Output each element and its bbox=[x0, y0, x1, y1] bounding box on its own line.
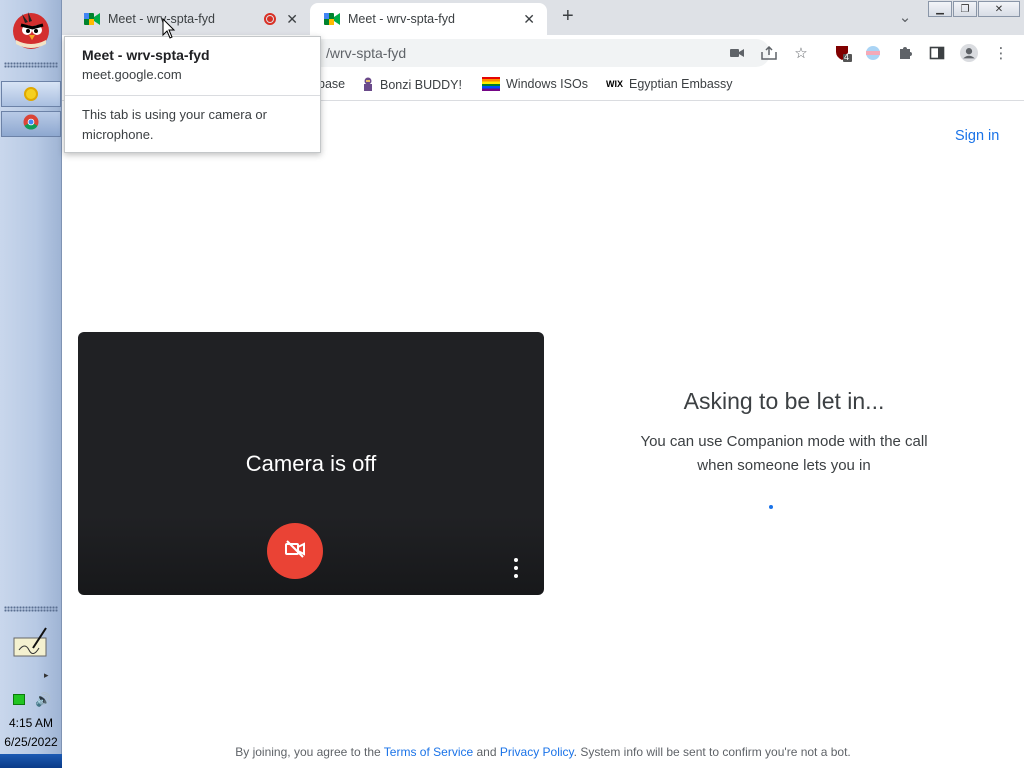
tab-strip: Meet - wrv-spta-fyd ✕ Meet - wrv-spta-fy… bbox=[62, 0, 1024, 35]
tab-meet-2[interactable]: Meet - wrv-spta-fyd ✕ bbox=[310, 3, 547, 35]
bonzi-icon bbox=[362, 77, 374, 92]
footer-text: By joining, you agree to the bbox=[235, 745, 384, 759]
network-status-icon[interactable] bbox=[13, 694, 25, 705]
clock-date[interactable]: 6/25/2022 bbox=[0, 735, 62, 749]
privacy-policy-link[interactable]: Privacy Policy bbox=[500, 745, 574, 759]
hover-card-title: Meet - wrv-spta-fyd bbox=[82, 47, 210, 63]
profile-avatar-icon[interactable] bbox=[960, 44, 978, 62]
google-meet-icon bbox=[324, 12, 340, 26]
asking-title: Asking to be let in... bbox=[683, 388, 885, 414]
volume-icon[interactable]: 🔊 bbox=[35, 692, 51, 708]
close-window-button[interactable]: ✕ bbox=[978, 1, 1020, 17]
taskbar: ▸ 🔊 4:15 AM 6/25/2022 bbox=[0, 0, 62, 768]
footer-disclaimer: By joining, you agree to the Terms of Se… bbox=[62, 745, 1024, 759]
extension-badge: 4 bbox=[844, 52, 850, 62]
asking-subtitle: You can use Companion mode with the call… bbox=[640, 433, 928, 474]
color-extension-icon[interactable] bbox=[864, 44, 882, 62]
new-tab-button[interactable]: + bbox=[562, 5, 574, 28]
side-panel-icon[interactable] bbox=[928, 44, 946, 62]
recording-indicator-icon bbox=[264, 13, 276, 25]
taskbar-grip-lower[interactable] bbox=[4, 606, 58, 612]
taskbar-button-app[interactable] bbox=[1, 81, 61, 107]
tab-meet-1[interactable]: Meet - wrv-spta-fyd ✕ bbox=[70, 3, 310, 35]
taskbar-grip[interactable] bbox=[4, 62, 58, 68]
share-icon[interactable] bbox=[760, 44, 778, 62]
hover-card-message: This tab is using your camera or microph… bbox=[82, 107, 267, 142]
more-options-button[interactable] bbox=[510, 558, 522, 578]
bookmark-label: Egyptian Embassy bbox=[629, 77, 733, 91]
bookmark-label: Bonzi BUDDY! bbox=[380, 77, 462, 92]
bookmark-bonzi-buddy[interactable]: Bonzi BUDDY! bbox=[362, 77, 462, 92]
screen: ▸ 🔊 4:15 AM 6/25/2022 Meet - wrv-spta-fy… bbox=[0, 0, 1024, 768]
loading-indicator bbox=[769, 505, 773, 509]
tab-search-chevron-icon[interactable]: ⌄ bbox=[896, 8, 914, 26]
tab-hover-card: Meet - wrv-spta-fyd meet.google.com This… bbox=[64, 36, 321, 153]
footer-text: . System info will be sent to confirm yo… bbox=[573, 745, 851, 759]
tab-title: Meet - wrv-spta-fyd bbox=[348, 12, 455, 26]
video-preview: Camera is off bbox=[78, 332, 544, 595]
clock-time[interactable]: 4:15 AM bbox=[0, 716, 62, 730]
bookmark-label: base bbox=[318, 77, 346, 91]
more-menu-icon[interactable]: ⋮ bbox=[992, 44, 1010, 62]
extensions-puzzle-icon[interactable] bbox=[896, 44, 914, 62]
footer-text: and bbox=[473, 745, 500, 759]
bookmark-windows-isos[interactable]: Windows ISOs bbox=[482, 77, 588, 91]
rainbow-flag-icon bbox=[482, 77, 500, 91]
close-tab-icon[interactable]: ✕ bbox=[523, 11, 535, 28]
minimize-button[interactable]: ▁ bbox=[928, 1, 952, 17]
bookmark-star-icon[interactable]: ☆ bbox=[792, 44, 810, 62]
bookmark-egyptian-embassy[interactable]: WIX Egyptian Embassy bbox=[606, 77, 733, 91]
taskbar-bottom-bar bbox=[0, 754, 62, 768]
google-meet-icon bbox=[84, 12, 100, 26]
wix-icon: WIX bbox=[606, 79, 623, 89]
start-icon-angry-bird[interactable] bbox=[8, 6, 54, 52]
camera-off-icon bbox=[283, 537, 307, 566]
camera-in-use-icon[interactable] bbox=[728, 44, 746, 62]
expand-arrow-icon[interactable]: ▸ bbox=[44, 670, 49, 681]
divider bbox=[65, 95, 320, 96]
url-text: /wrv-spta-fyd bbox=[326, 45, 407, 61]
hover-card-domain: meet.google.com bbox=[82, 67, 182, 82]
sun-icon bbox=[24, 87, 38, 101]
bookmark-item[interactable]: base bbox=[318, 77, 345, 91]
camera-off-label: Camera is off bbox=[245, 451, 377, 476]
signature-tool-icon[interactable] bbox=[13, 626, 49, 658]
terms-of-service-link[interactable]: Terms of Service bbox=[384, 745, 473, 759]
bookmark-label: Windows ISOs bbox=[506, 77, 588, 91]
sign-in-link[interactable]: Sign in bbox=[955, 128, 999, 144]
ublock-extension-icon[interactable]: 4 bbox=[834, 44, 852, 62]
mouse-cursor-icon bbox=[162, 17, 176, 40]
chrome-icon bbox=[23, 114, 39, 135]
taskbar-button-chrome[interactable] bbox=[1, 111, 61, 137]
restore-button[interactable]: ❐ bbox=[953, 1, 977, 17]
camera-toggle-button[interactable] bbox=[267, 523, 323, 579]
close-tab-icon[interactable]: ✕ bbox=[286, 11, 298, 28]
